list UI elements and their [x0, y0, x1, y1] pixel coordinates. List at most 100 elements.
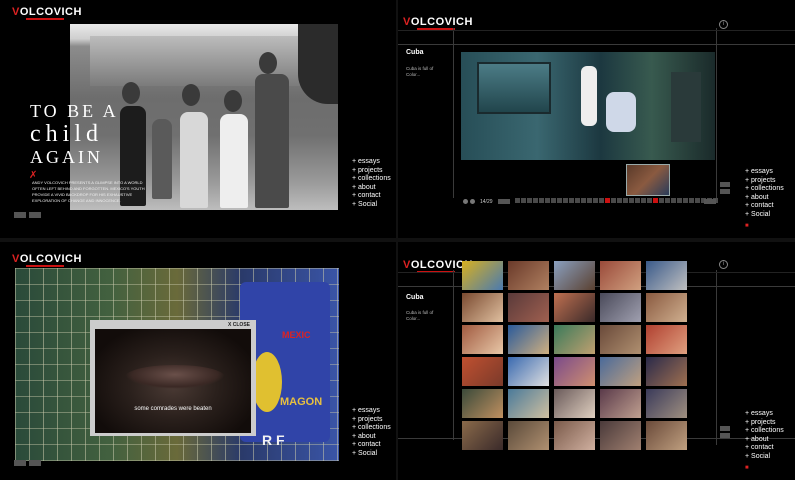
strip-thumbnail[interactable]	[677, 198, 682, 203]
strip-thumbnail[interactable]	[599, 198, 604, 203]
gallery-thumbnail[interactable]	[508, 325, 549, 354]
gallery-thumbnail[interactable]	[646, 325, 687, 354]
next-button[interactable]	[29, 212, 41, 218]
gallery-thumbnail[interactable]	[462, 293, 503, 322]
strip-thumbnail[interactable]	[539, 198, 544, 203]
menu-item-about[interactable]: + about	[745, 436, 784, 445]
gallery-thumbnail[interactable]	[508, 389, 549, 418]
view-all-button[interactable]	[704, 199, 716, 204]
prev-arrow-icon[interactable]	[463, 199, 468, 204]
logo[interactable]: VOLCOVICH	[12, 253, 82, 267]
strip-thumbnail[interactable]	[587, 198, 592, 203]
strip-thumbnail[interactable]	[593, 198, 598, 203]
strip-thumbnail[interactable]	[575, 198, 580, 203]
menu-item-social[interactable]: + Social	[352, 201, 391, 210]
menu-item-contact[interactable]: + contact	[745, 444, 784, 453]
menu-item-about[interactable]: + about	[352, 433, 391, 442]
gallery-thumbnail[interactable]	[508, 261, 549, 290]
menu-item-contact[interactable]: + contact	[352, 192, 391, 201]
gallery-thumbnail[interactable]	[600, 293, 641, 322]
strip-thumbnail[interactable]	[659, 198, 664, 203]
strip-thumbnail[interactable]	[665, 198, 670, 203]
gallery-thumbnail[interactable]	[462, 389, 503, 418]
menu-item-collections[interactable]: + collections	[745, 185, 784, 194]
gallery-thumbnail[interactable]	[600, 261, 641, 290]
menu-item-projects[interactable]: + projects	[745, 419, 784, 428]
next-button[interactable]	[29, 460, 41, 466]
strip-thumbnail[interactable]	[623, 198, 628, 203]
close-button[interactable]: X CLOSE	[228, 322, 250, 328]
strip-thumbnail[interactable]	[683, 198, 688, 203]
menu-item-contact[interactable]: + contact	[745, 202, 784, 211]
gallery-thumbnail[interactable]	[554, 293, 595, 322]
gallery-thumbnail[interactable]	[646, 293, 687, 322]
strip-thumbnail[interactable]	[605, 198, 610, 203]
scroll-up-button[interactable]	[720, 182, 730, 187]
gallery-thumbnail[interactable]	[462, 357, 503, 386]
strip-thumbnail[interactable]	[611, 198, 616, 203]
menu-item-projects[interactable]: + projects	[352, 416, 391, 425]
menu-item-projects[interactable]: + projects	[352, 167, 391, 176]
info-icon[interactable]: i	[719, 20, 728, 29]
strip-thumbnail[interactable]	[695, 198, 700, 203]
gallery-thumbnail[interactable]	[508, 357, 549, 386]
scroll-up-button[interactable]	[720, 426, 730, 431]
menu-item-essays[interactable]: + essays	[745, 410, 784, 419]
gallery-thumbnail[interactable]	[600, 389, 641, 418]
logo[interactable]: VOLCOVICH	[403, 16, 473, 30]
menu-item-collections[interactable]: + collections	[745, 427, 784, 436]
strip-thumbnail[interactable]	[515, 198, 520, 203]
gallery-thumbnail[interactable]	[508, 293, 549, 322]
gallery-thumbnail[interactable]	[554, 421, 595, 450]
strip-thumbnail[interactable]	[569, 198, 574, 203]
gallery-thumbnail[interactable]	[462, 421, 503, 450]
menu-item-social[interactable]: + Social	[745, 211, 784, 220]
strip-thumbnail[interactable]	[647, 198, 652, 203]
menu-item-essays[interactable]: + essays	[352, 158, 391, 167]
prev-button[interactable]	[14, 460, 26, 466]
logo[interactable]: VOLCOVICH	[12, 6, 82, 20]
gallery-thumbnail[interactable]	[600, 325, 641, 354]
strip-thumbnail[interactable]	[617, 198, 622, 203]
gallery-thumbnail[interactable]	[462, 325, 503, 354]
gallery-thumbnail[interactable]	[646, 261, 687, 290]
strip-thumbnail[interactable]	[629, 198, 634, 203]
menu-item-collections[interactable]: + collections	[352, 424, 391, 433]
menu-item-essays[interactable]: + essays	[745, 168, 784, 177]
menu-item-about[interactable]: + about	[352, 184, 391, 193]
strip-thumbnail[interactable]	[533, 198, 538, 203]
strip-thumbnail[interactable]	[563, 198, 568, 203]
gallery-thumbnail[interactable]	[554, 325, 595, 354]
gallery-thumbnail[interactable]	[646, 421, 687, 450]
menu-item-contact[interactable]: + contact	[352, 441, 391, 450]
strip-thumbnail[interactable]	[689, 198, 694, 203]
strip-thumbnail[interactable]	[557, 198, 562, 203]
gallery-thumbnail[interactable]	[554, 389, 595, 418]
info-icon[interactable]: i	[719, 260, 728, 269]
strip-thumbnail[interactable]	[635, 198, 640, 203]
gallery-thumbnail[interactable]	[600, 357, 641, 386]
gallery-thumbnail[interactable]	[600, 421, 641, 450]
gallery-thumbnail[interactable]	[554, 357, 595, 386]
strip-thumbnail[interactable]	[671, 198, 676, 203]
strip-thumbnail[interactable]	[581, 198, 586, 203]
strip-thumbnail[interactable]	[545, 198, 550, 203]
menu-item-social[interactable]: + Social	[352, 450, 391, 459]
strip-thumbnail[interactable]	[641, 198, 646, 203]
menu-item-essays[interactable]: + essays	[352, 407, 391, 416]
strip-thumbnail[interactable]	[551, 198, 556, 203]
menu-item-collections[interactable]: + collections	[352, 175, 391, 184]
menu-item-social[interactable]: + Social	[745, 453, 784, 462]
gallery-thumbnail[interactable]	[554, 261, 595, 290]
strip-thumbnail[interactable]	[527, 198, 532, 203]
menu-item-projects[interactable]: + projects	[745, 177, 784, 186]
gallery-thumbnail[interactable]	[646, 389, 687, 418]
strip-thumbnail[interactable]	[521, 198, 526, 203]
strip-thumbnail[interactable]	[653, 198, 658, 203]
scroll-down-button[interactable]	[720, 433, 730, 438]
gallery-thumbnail[interactable]	[462, 261, 503, 290]
menu-item-about[interactable]: + about	[745, 194, 784, 203]
next-arrow-icon[interactable]	[470, 199, 475, 204]
view-toggle-button[interactable]	[498, 199, 510, 204]
scroll-down-button[interactable]	[720, 189, 730, 194]
